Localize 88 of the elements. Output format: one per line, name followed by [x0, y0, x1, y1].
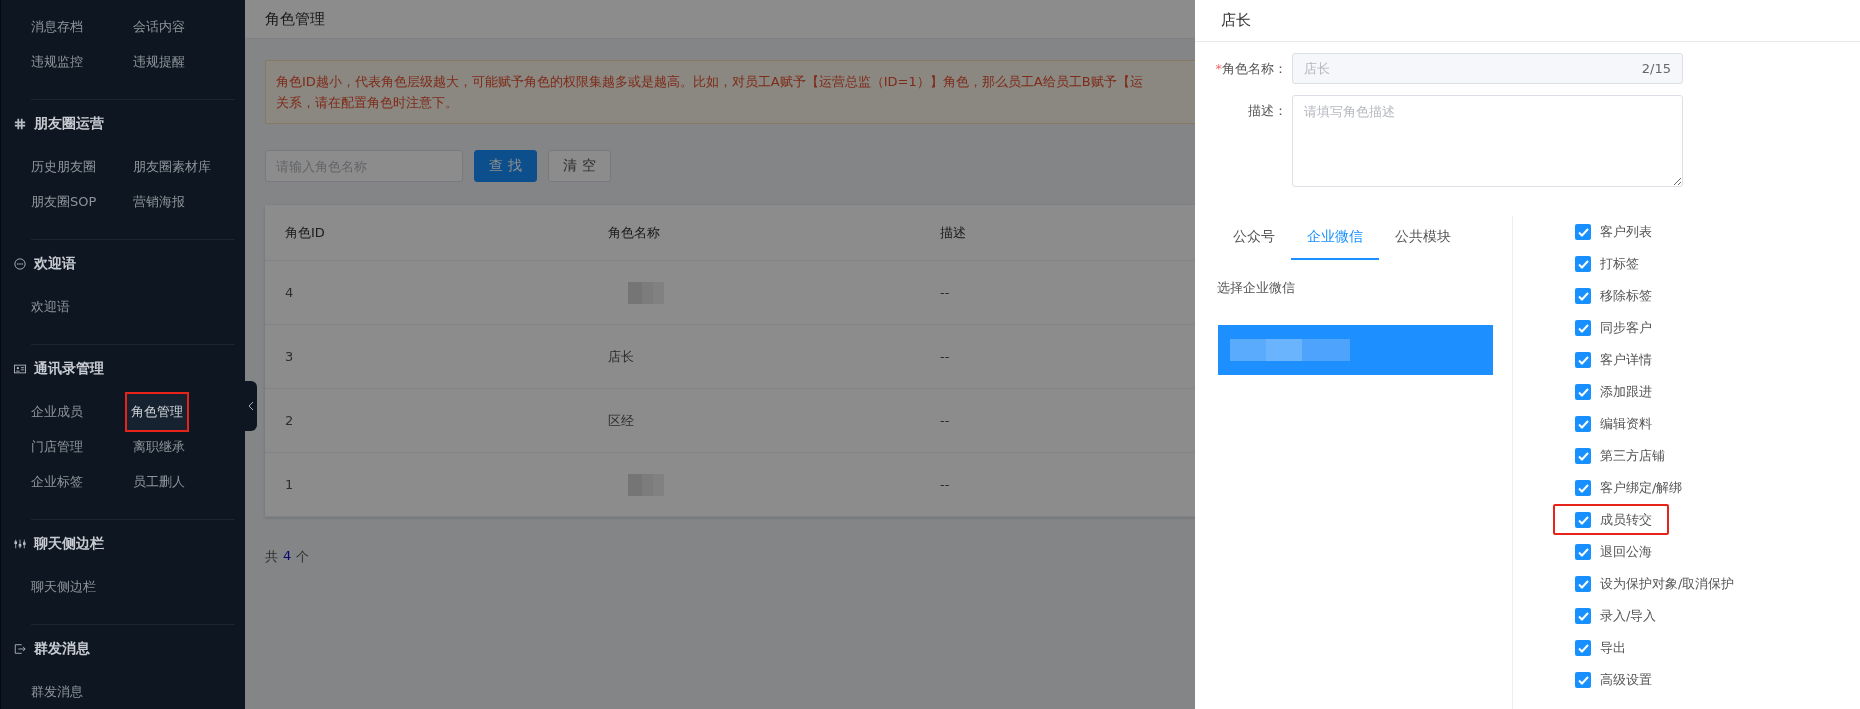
checkbox[interactable]	[1575, 288, 1591, 304]
menu-item[interactable]: 会话内容	[129, 17, 189, 36]
section-title: 聊天侧边栏	[34, 535, 104, 553]
total-count: 4	[283, 548, 292, 565]
menu-item[interactable]: 营销海报	[129, 192, 189, 211]
table-cell-text: 店长	[607, 347, 635, 366]
checkbox-label: 移除标签	[1600, 287, 1652, 305]
table-cell-text: 2	[284, 413, 295, 428]
clear-button[interactable]: 清 空	[548, 150, 611, 182]
table-cell-text: --	[939, 349, 951, 364]
tab[interactable]: 企业微信	[1291, 216, 1379, 260]
list-label: 选择企业微信	[1217, 279, 1296, 297]
checkbox[interactable]	[1575, 416, 1591, 432]
tab[interactable]: 公众号	[1217, 216, 1291, 260]
section-title: 群发消息	[34, 640, 90, 658]
menu-item[interactable]: 门店管理	[27, 437, 87, 456]
total-label: 个	[296, 548, 310, 566]
drawer-title: 店长	[1221, 11, 1251, 30]
checkbox[interactable]	[1575, 256, 1591, 272]
checkbox[interactable]	[1575, 512, 1591, 528]
menu-item[interactable]: 角色管理	[125, 391, 189, 432]
checkbox-label: 录入/导入	[1600, 607, 1657, 625]
notice-text: 角色ID越小，代表角色层级越大，可能赋予角色的权限集越多或是越高。比如，对员工A赋予【运营总监（ID=1）】角色，那么员工A给员工B赋予【运	[276, 73, 1144, 91]
checkbox[interactable]	[1575, 448, 1591, 464]
id-card-icon	[14, 363, 26, 375]
chevron-left-icon	[248, 401, 254, 411]
menu-item[interactable]: 朋友圈素材库	[129, 157, 215, 176]
table-cell-text: --	[939, 477, 951, 492]
field-label: *角色名称：	[1214, 60, 1288, 78]
menu-item[interactable]: 朋友圈SOP	[27, 192, 101, 211]
table-cell-text: --	[939, 413, 951, 428]
checkbox-label: 客户详情	[1600, 351, 1652, 369]
description-field[interactable]: 请填写角色描述	[1292, 95, 1683, 187]
total-label: 共	[265, 548, 278, 566]
checkbox-label: 退回公海	[1600, 543, 1652, 561]
chat-icon	[14, 258, 26, 270]
checkbox-label: 第三方店铺	[1600, 447, 1665, 465]
field-label: 描述：	[1247, 102, 1288, 120]
menu-item[interactable]: 群发消息	[27, 682, 87, 701]
grid-icon	[14, 118, 26, 130]
table-cell-text: 4	[284, 285, 295, 300]
char-counter: 2/15	[1641, 61, 1671, 76]
notice-text: 关系，请在配置角色时注意下。	[276, 94, 459, 112]
checkbox-label: 客户绑定/解绑	[1600, 479, 1683, 497]
checkbox[interactable]	[1575, 608, 1591, 624]
checkbox-label: 打标签	[1600, 255, 1639, 273]
menu-item[interactable]: 消息存档	[27, 17, 87, 36]
checkbox-label: 编辑资料	[1600, 415, 1652, 433]
table-cell-text: 1	[284, 477, 295, 492]
checkbox[interactable]	[1575, 384, 1591, 400]
checkbox[interactable]	[1575, 352, 1591, 368]
checkbox-label: 添加跟进	[1600, 383, 1652, 401]
menu-item[interactable]: 欢迎语	[27, 297, 74, 316]
checkbox[interactable]	[1575, 320, 1591, 336]
checkbox[interactable]	[1575, 480, 1591, 496]
column-header: 角色ID	[284, 223, 326, 242]
column-header: 描述	[939, 223, 967, 242]
menu-item[interactable]: 违规监控	[27, 52, 87, 71]
checkbox-label: 同步客户	[1600, 319, 1652, 337]
checkbox-label: 导出	[1600, 639, 1626, 657]
exit-icon	[14, 643, 26, 655]
menu-item[interactable]: 聊天侧边栏	[27, 577, 100, 596]
table-cell-text: --	[939, 285, 951, 300]
checkbox-label: 高级设置	[1600, 671, 1652, 689]
sliders-icon	[14, 538, 26, 550]
checkbox[interactable]	[1575, 576, 1591, 592]
checkbox[interactable]	[1575, 672, 1591, 688]
collapse-handle[interactable]	[245, 381, 257, 431]
checkbox[interactable]	[1575, 640, 1591, 656]
checkbox-label: 客户列表	[1600, 223, 1652, 241]
checkbox-label: 成员转交	[1600, 511, 1652, 529]
page-title: 角色管理	[265, 9, 325, 29]
menu-item[interactable]: 离职继承	[129, 437, 189, 456]
column-header: 角色名称	[607, 223, 661, 242]
checkbox[interactable]	[1575, 544, 1591, 560]
menu-item[interactable]: 企业成员	[27, 402, 87, 421]
table-cell-text: 3	[284, 349, 295, 364]
table-cell-text: 区经	[607, 411, 635, 430]
section-title: 通讯录管理	[34, 360, 104, 378]
section-title: 朋友圈运营	[34, 115, 104, 133]
checkbox[interactable]	[1575, 224, 1591, 240]
section-title: 欢迎语	[34, 255, 76, 273]
menu-item[interactable]: 违规提醒	[129, 52, 189, 71]
checkbox-label: 设为保护对象/取消保护	[1600, 575, 1735, 593]
tab[interactable]: 公共模块	[1379, 216, 1467, 260]
menu-item[interactable]: 员工删人	[129, 472, 189, 491]
menu-item[interactable]: 历史朋友圈	[27, 157, 100, 176]
menu-item[interactable]: 企业标签	[27, 472, 87, 491]
